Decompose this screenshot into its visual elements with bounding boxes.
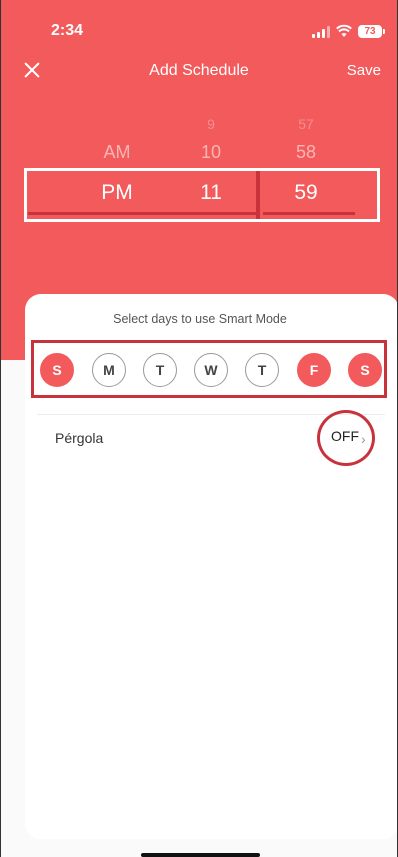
minute-option[interactable]: 58 [276,142,336,163]
battery-icon: 73 [358,25,385,38]
days-label: Select days to use Smart Mode [113,312,287,326]
hour-option[interactable]: 9 [181,116,241,132]
ampm-selected[interactable]: PM [87,181,147,205]
status-bar: 2:34 73 [1,22,397,42]
day-button[interactable]: T [143,353,177,387]
nav-bar: Add Schedule Save [1,58,397,84]
page-title: Add Schedule [149,62,249,79]
signal-icon [312,26,330,38]
minute-selected[interactable]: 59 [276,181,336,205]
day-button[interactable]: W [194,353,228,387]
home-indicator [141,853,260,857]
day-button[interactable]: S [348,353,382,387]
wifi-icon [336,24,352,37]
annotation-circle [317,410,375,466]
day-button[interactable]: T [245,353,279,387]
phone-frame: 2:34 73 Add Schedule Save 9 57 AM 10 58 [0,0,398,857]
day-button[interactable]: F [297,353,331,387]
hour-option[interactable]: 10 [181,142,241,163]
hour-selected[interactable]: 11 [181,181,241,205]
ampm-option[interactable]: AM [87,142,147,163]
status-time: 2:34 [51,22,84,39]
device-name: Pérgola [55,430,104,446]
day-button[interactable]: M [92,353,126,387]
picker-selection-divider [256,171,260,219]
save-button[interactable]: Save [347,62,381,79]
minute-option[interactable]: 57 [276,116,336,132]
day-button[interactable]: S [40,353,74,387]
